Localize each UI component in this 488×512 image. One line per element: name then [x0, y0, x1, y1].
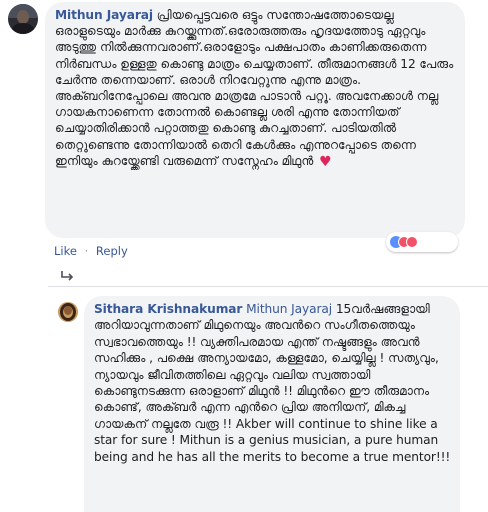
reply-arrow-icon: [61, 271, 74, 281]
reply-author[interactable]: Sithara Krishnakumar: [94, 302, 242, 316]
separator-dot: ·: [84, 244, 89, 258]
love-reaction-icon: [406, 236, 418, 248]
comment-author[interactable]: Mithun Jayaraj: [55, 8, 153, 22]
avatar-face: [64, 306, 72, 315]
avatar-face: [17, 10, 29, 24]
avatar[interactable]: [8, 4, 38, 34]
reply-text-block: Sithara Krishnakumar Mithun Jayaraj 15വർ…: [94, 301, 454, 465]
avatar[interactable]: [58, 302, 78, 322]
reply-bubble: Sithara Krishnakumar Mithun Jayaraj 15വർ…: [84, 296, 460, 512]
reply-link[interactable]: Reply: [96, 244, 128, 258]
comment-actions: Like · Reply: [54, 244, 128, 258]
comment-bubble: Mithun Jayaraj പ്രിയപ്പെട്ടവരെ ഒട്ടും സന…: [45, 2, 465, 238]
mention-link[interactable]: Mithun Jayaraj: [246, 302, 332, 316]
reply-text: 15വർഷങ്ങളായി അറിയാവുന്നതാണ് മിഥുനെയും അവ…: [94, 302, 451, 464]
like-link[interactable]: Like: [54, 244, 77, 258]
avatar-body: [12, 23, 34, 34]
comment-text: പ്രിയപ്പെട്ടവരെ ഒട്ടും സന്തോഷത്തോടെയല്ല …: [55, 8, 454, 168]
reaction-summary[interactable]: [386, 232, 458, 252]
thread-divider: [48, 286, 488, 287]
comment-text-block: Mithun Jayaraj പ്രിയപ്പെട്ടവരെ ഒട്ടും സന…: [55, 7, 459, 170]
heart-emoji-icon: ♥: [319, 153, 332, 170]
